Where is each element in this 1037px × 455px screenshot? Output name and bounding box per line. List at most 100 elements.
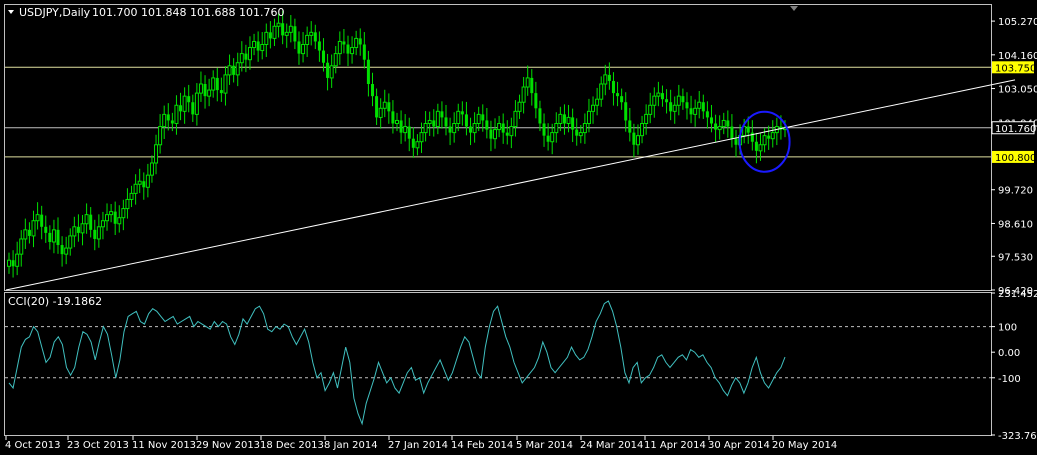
candle-bear xyxy=(297,41,301,54)
candle-bull xyxy=(676,95,681,106)
candle-bull xyxy=(272,25,277,39)
candle-bull xyxy=(137,180,142,185)
candle-bear xyxy=(575,129,579,136)
candle-bear xyxy=(142,181,146,188)
candle-bear xyxy=(11,260,15,267)
time-tick-label: 11 Apr 2014 xyxy=(644,440,706,451)
candle-bear xyxy=(665,99,669,103)
candle-bull xyxy=(80,223,85,234)
time-tick-label: 5 Mar 2014 xyxy=(516,440,573,451)
candle-bull xyxy=(672,104,677,112)
time-tick-label: 14 Feb 2014 xyxy=(451,440,513,451)
candle-bear xyxy=(481,114,485,121)
candle-bull xyxy=(476,113,481,124)
candle-bull xyxy=(149,162,154,176)
cci-label: CCI(20) -19.1862 xyxy=(8,295,102,308)
candle-bear xyxy=(489,129,493,139)
candle-bull xyxy=(252,40,257,49)
candle-bear xyxy=(754,141,758,151)
candle-bull xyxy=(223,74,228,94)
candle-bear xyxy=(342,41,346,45)
candle-bull xyxy=(656,92,661,97)
candle-bear xyxy=(40,214,44,227)
price-tick-label: 98.610 xyxy=(998,219,1033,230)
candle-bull xyxy=(96,226,101,240)
candle-bull xyxy=(599,83,604,100)
candle-bear xyxy=(440,111,444,118)
candle-bull xyxy=(129,192,134,200)
candle-bear xyxy=(326,62,330,78)
candle-bull xyxy=(162,113,167,128)
candle-bear xyxy=(701,102,705,112)
background xyxy=(0,0,1037,455)
candle-bull xyxy=(395,119,399,124)
candle-bull xyxy=(288,25,293,33)
candle-bull xyxy=(435,110,440,128)
candle-bull xyxy=(509,126,514,137)
candle-bear xyxy=(56,229,60,246)
candle-bear xyxy=(166,114,170,121)
candle-bear xyxy=(444,117,448,127)
candle-bull xyxy=(145,174,150,188)
candle-bull xyxy=(427,119,432,124)
candle-bear xyxy=(179,105,183,112)
candle-bull xyxy=(423,122,428,134)
candle-bull xyxy=(84,214,89,225)
ohlc-label: 101.700 101.848 101.688 101.760 xyxy=(92,6,284,19)
price-level-label: 103.750 xyxy=(995,63,1036,74)
candle-bull xyxy=(554,122,559,134)
candle-bull xyxy=(591,104,596,112)
candle-bull xyxy=(105,214,110,222)
candle-bull xyxy=(456,110,461,124)
candle-bear xyxy=(27,229,31,236)
candle-bear xyxy=(616,93,620,97)
candle-bear xyxy=(76,226,80,233)
candle-bull xyxy=(207,89,212,97)
candle-bull xyxy=(586,110,591,124)
candle-bull xyxy=(493,129,498,140)
candle-bull xyxy=(337,40,342,55)
candle-bear xyxy=(734,138,738,145)
candle-bear xyxy=(611,80,615,94)
cci-tick-label: 0.00 xyxy=(998,348,1020,359)
time-tick-label: 24 Mar 2014 xyxy=(580,440,643,451)
candle-bear xyxy=(203,83,207,97)
candle-bear xyxy=(407,126,411,139)
candle-bull xyxy=(354,37,359,49)
candle-bull xyxy=(264,31,269,45)
time-tick-label: 11 Nov 2013 xyxy=(132,440,196,451)
candle-bull xyxy=(174,104,179,124)
candle-bear xyxy=(317,41,321,51)
candle-bull xyxy=(194,92,199,115)
candle-bear xyxy=(767,135,771,139)
candle-bull xyxy=(276,22,281,27)
cci-tick-label: -323.768 xyxy=(998,431,1037,442)
candle-bull xyxy=(15,253,20,267)
candle-bear xyxy=(485,120,489,130)
price-axis: 105.270104.160103.050101.94099.72098.610… xyxy=(991,17,1037,297)
chart-root: 105.270104.160103.050101.94099.72098.610… xyxy=(0,0,1037,455)
candle-bull xyxy=(68,235,73,249)
candle-bear xyxy=(411,138,415,148)
candle-bull xyxy=(648,104,653,115)
candle-bull xyxy=(125,198,130,210)
candle-bear xyxy=(714,123,718,130)
candle-bear xyxy=(256,41,260,51)
candle-bear xyxy=(730,126,734,139)
time-tick-label: 27 Jan 2014 xyxy=(388,440,448,451)
candle-bull xyxy=(333,53,338,67)
time-tick-label: 8 Jan 2014 xyxy=(324,440,378,451)
candle-bull xyxy=(121,208,126,219)
candle-bull xyxy=(235,62,240,76)
candle-bull xyxy=(770,132,775,140)
candle-bull xyxy=(558,113,563,124)
candle-bull xyxy=(382,101,387,109)
candle-bull xyxy=(301,43,306,55)
time-tick-label: 4 Oct 2013 xyxy=(5,440,60,451)
candle-bull xyxy=(182,95,187,112)
candle-bear xyxy=(232,65,236,75)
candle-bull xyxy=(247,47,252,61)
candle-bear xyxy=(187,96,191,103)
candle-bull xyxy=(697,101,702,109)
candle-bear xyxy=(632,132,636,145)
